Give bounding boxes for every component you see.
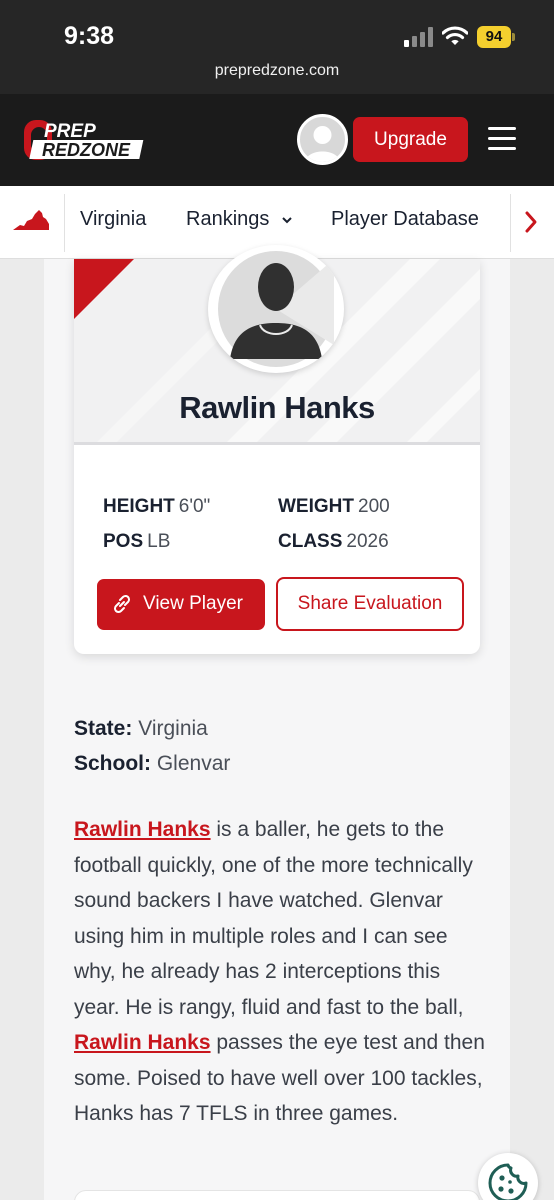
- nav-item-rankings-label: Rankings: [186, 208, 270, 230]
- player-link[interactable]: Rawlin Hanks: [74, 818, 211, 841]
- stat-label: HEIGHT: [103, 496, 175, 517]
- stat-label: CLASS: [278, 531, 343, 552]
- info-state-value: Virginia: [138, 717, 208, 740]
- stat-label: POS: [103, 531, 144, 552]
- battery-level: 94: [485, 28, 503, 45]
- view-player-label: View Player: [143, 593, 243, 614]
- view-player-button[interactable]: View Player: [97, 579, 265, 630]
- info-school-label: School:: [74, 752, 151, 775]
- stat-label: WEIGHT: [278, 496, 354, 517]
- upgrade-button[interactable]: Upgrade: [353, 117, 468, 162]
- battery-icon: 94: [477, 26, 515, 48]
- stat-value: 6'0": [178, 496, 211, 517]
- avatar-icon: [305, 126, 340, 162]
- menu-icon[interactable]: [488, 127, 516, 151]
- chevron-down-icon: [282, 217, 292, 224]
- nav-item-rankings[interactable]: Rankings: [186, 208, 293, 231]
- info-school: School: Glenvar: [74, 752, 230, 776]
- evaluation-text-part-1: is a baller, he gets to the football qui…: [74, 818, 473, 1019]
- site-logo[interactable]: PREP REDZONE: [22, 118, 150, 162]
- wifi-icon: [442, 26, 468, 45]
- nav-divider: [510, 194, 511, 252]
- nav-divider: [64, 194, 65, 252]
- cookie-button[interactable]: [478, 1153, 538, 1200]
- share-evaluation-button[interactable]: Share Evaluation: [276, 577, 464, 631]
- status-time: 9:38: [64, 22, 115, 50]
- player-silhouette-icon: [218, 251, 334, 367]
- stat-pos: POS LB: [103, 531, 170, 553]
- player-photo: [208, 245, 344, 373]
- link-icon: [113, 594, 131, 614]
- stat-class: CLASS 2026: [278, 531, 389, 553]
- player-name: Rawlin Hanks: [179, 390, 375, 425]
- logo-bottom-text: REDZONE: [42, 140, 131, 160]
- user-avatar-button[interactable]: [297, 114, 348, 165]
- nav-item-player-database[interactable]: Player Database: [331, 208, 479, 231]
- info-school-value: Glenvar: [156, 752, 231, 775]
- nav-item-virginia[interactable]: Virginia: [80, 208, 146, 231]
- stat-height: HEIGHT 6'0": [103, 496, 210, 518]
- stat-value: LB: [147, 531, 171, 552]
- info-state-label: State:: [74, 717, 133, 740]
- stat-value: 200: [358, 496, 390, 517]
- stat-value: 2026: [346, 531, 389, 552]
- url-bar[interactable]: prepredzone.com: [0, 62, 554, 80]
- logo-top-text: PREP: [44, 121, 96, 142]
- signal-icon: [404, 27, 433, 47]
- next-card: [74, 1190, 480, 1200]
- player-link[interactable]: Rawlin Hanks: [74, 1031, 211, 1054]
- info-state: State: Virginia: [74, 717, 208, 741]
- virginia-map-icon[interactable]: [12, 208, 50, 234]
- chevron-right-icon[interactable]: [519, 208, 543, 236]
- cookie-icon: [488, 1163, 528, 1200]
- stat-weight: WEIGHT 200: [278, 496, 390, 518]
- evaluation-text: Rawlin Hanks is a baller, he gets to the…: [74, 812, 486, 1132]
